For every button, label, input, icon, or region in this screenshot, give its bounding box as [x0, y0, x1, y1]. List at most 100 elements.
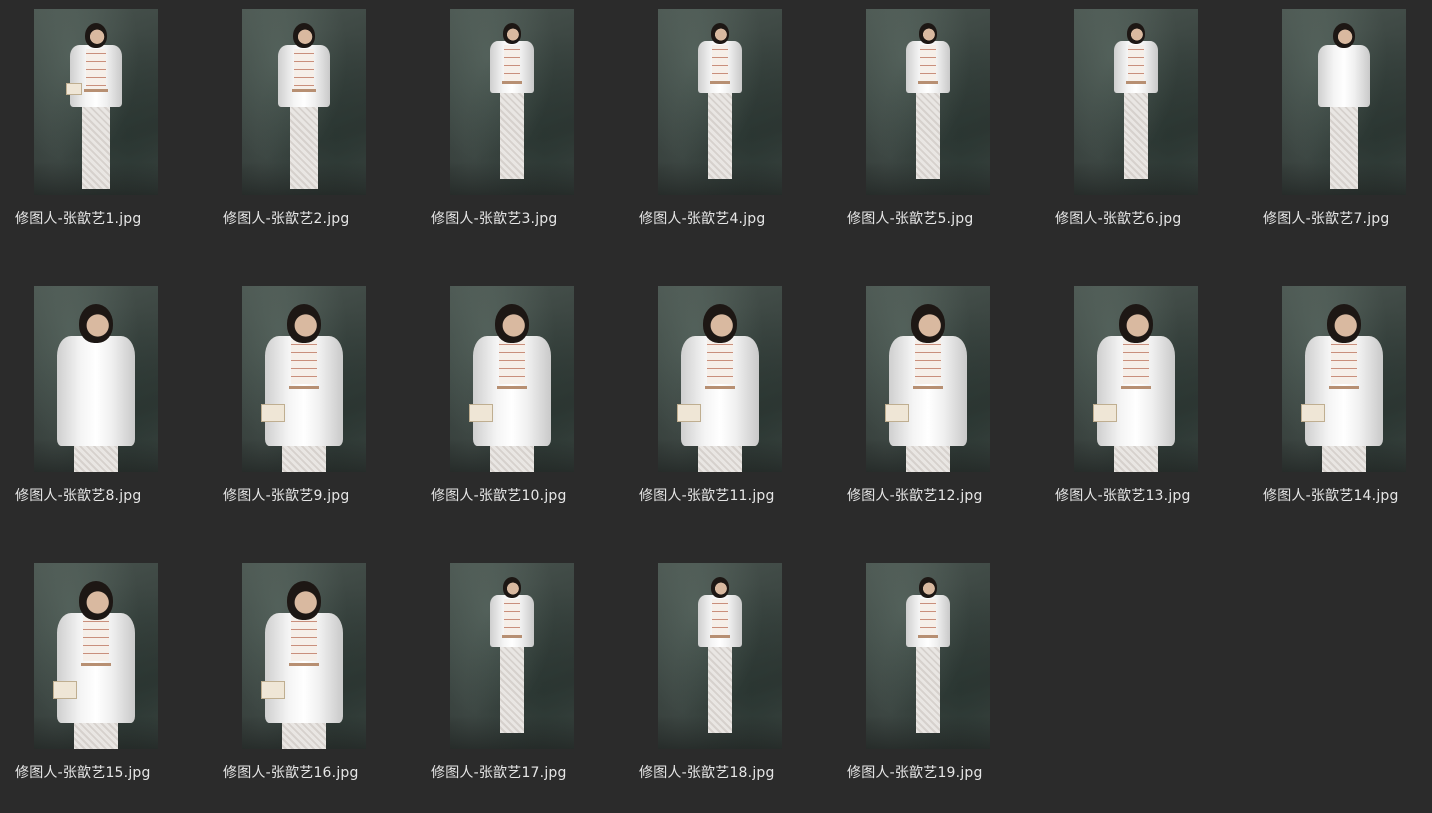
photo-thumbnail[interactable]	[34, 9, 158, 195]
model-top	[504, 599, 520, 635]
model-head	[703, 304, 737, 344]
file-name-label[interactable]: 修图人-张歆艺11.jpg	[639, 487, 839, 505]
model-head	[1327, 304, 1361, 344]
model-top	[291, 617, 317, 661]
file-name-label[interactable]: 修图人-张歆艺15.jpg	[15, 764, 215, 782]
file-item[interactable]: 修图人-张歆艺14.jpg	[1248, 277, 1432, 527]
file-item[interactable]: 修图人-张歆艺7.jpg	[1248, 0, 1432, 250]
model-belt	[710, 635, 730, 638]
model-belt	[84, 89, 108, 92]
handbag	[1301, 404, 1325, 422]
photo-thumbnail[interactable]	[866, 9, 990, 195]
photo-thumbnail[interactable]	[34, 563, 158, 749]
model-belt	[292, 89, 316, 92]
figure	[1282, 9, 1406, 195]
photo-thumbnail[interactable]	[242, 9, 366, 195]
model-top	[712, 45, 728, 81]
file-name-label[interactable]: 修图人-张歆艺8.jpg	[15, 487, 215, 505]
file-name-label[interactable]: 修图人-张歆艺12.jpg	[847, 487, 1047, 505]
file-item[interactable]: 修图人-张歆艺13.jpg	[1040, 277, 1248, 527]
file-item[interactable]: 修图人-张歆艺17.jpg	[416, 554, 624, 804]
handbag	[469, 404, 493, 422]
figure	[34, 286, 158, 472]
file-name-label[interactable]: 修图人-张歆艺17.jpg	[431, 764, 631, 782]
file-name-label[interactable]: 修图人-张歆艺18.jpg	[639, 764, 839, 782]
file-item[interactable]: 修图人-张歆艺1.jpg	[0, 0, 208, 250]
model-top	[1123, 340, 1149, 384]
photo-thumbnail[interactable]	[1074, 9, 1198, 195]
file-item[interactable]: 修图人-张歆艺4.jpg	[624, 0, 832, 250]
figure	[34, 9, 158, 195]
model-jacket	[57, 336, 135, 446]
figure	[450, 563, 574, 749]
model-head	[495, 304, 529, 344]
model-head	[1333, 23, 1355, 49]
file-name-label[interactable]: 修图人-张歆艺7.jpg	[1263, 210, 1432, 228]
model-belt	[289, 386, 319, 389]
photo-thumbnail[interactable]	[1282, 286, 1406, 472]
model-belt	[81, 663, 111, 666]
file-item[interactable]: 修图人-张歆艺5.jpg	[832, 0, 1040, 250]
model-head	[711, 23, 729, 44]
file-name-label[interactable]: 修图人-张歆艺14.jpg	[1263, 487, 1432, 505]
file-item[interactable]: 修图人-张歆艺15.jpg	[0, 554, 208, 804]
file-item[interactable]: 修图人-张歆艺3.jpg	[416, 0, 624, 250]
photo-thumbnail[interactable]	[866, 563, 990, 749]
photo-thumbnail[interactable]	[866, 286, 990, 472]
file-item[interactable]: 修图人-张歆艺8.jpg	[0, 277, 208, 527]
file-item[interactable]: 修图人-张歆艺11.jpg	[624, 277, 832, 527]
file-name-label[interactable]: 修图人-张歆艺13.jpg	[1055, 487, 1255, 505]
figure	[450, 9, 574, 195]
model-head	[79, 304, 113, 344]
figure	[658, 286, 782, 472]
file-grid: 修图人-张歆艺1.jpg 修图人-张歆艺2.jpg 修图人-张歆艺3.jpg 修图人-…	[0, 0, 1432, 813]
file-name-label[interactable]: 修图人-张歆艺3.jpg	[431, 210, 631, 228]
handbag	[885, 404, 909, 422]
file-name-label[interactable]: 修图人-张歆艺16.jpg	[223, 764, 423, 782]
photo-thumbnail[interactable]	[658, 9, 782, 195]
photo-thumbnail[interactable]	[450, 9, 574, 195]
photo-thumbnail[interactable]	[242, 563, 366, 749]
file-item[interactable]: 修图人-张歆艺6.jpg	[1040, 0, 1248, 250]
photo-thumbnail[interactable]	[1282, 9, 1406, 195]
file-item[interactable]: 修图人-张歆艺12.jpg	[832, 277, 1040, 527]
figure	[1074, 9, 1198, 195]
figure	[34, 563, 158, 749]
figure	[242, 286, 366, 472]
model-pants	[708, 645, 732, 733]
figure	[450, 286, 574, 472]
figure	[1074, 286, 1198, 472]
model-belt	[918, 81, 938, 84]
file-item[interactable]: 修图人-张歆艺2.jpg	[208, 0, 416, 250]
file-name-label[interactable]: 修图人-张歆艺1.jpg	[15, 210, 215, 228]
file-item[interactable]: 修图人-张歆艺16.jpg	[208, 554, 416, 804]
file-name-label[interactable]: 修图人-张歆艺10.jpg	[431, 487, 631, 505]
photo-thumbnail[interactable]	[658, 286, 782, 472]
model-head	[911, 304, 945, 344]
photo-thumbnail[interactable]	[450, 563, 574, 749]
figure	[242, 563, 366, 749]
file-name-label[interactable]: 修图人-张歆艺9.jpg	[223, 487, 423, 505]
file-name-label[interactable]: 修图人-张歆艺19.jpg	[847, 764, 1047, 782]
file-item[interactable]: 修图人-张歆艺19.jpg	[832, 554, 1040, 804]
photo-thumbnail[interactable]	[658, 563, 782, 749]
file-item[interactable]: 修图人-张歆艺18.jpg	[624, 554, 832, 804]
photo-thumbnail[interactable]	[242, 286, 366, 472]
file-name-label[interactable]: 修图人-张歆艺5.jpg	[847, 210, 1047, 228]
model-head	[287, 304, 321, 344]
file-item[interactable]: 修图人-张歆艺10.jpg	[416, 277, 624, 527]
file-name-label[interactable]: 修图人-张歆艺4.jpg	[639, 210, 839, 228]
photo-thumbnail[interactable]	[450, 286, 574, 472]
handbag	[1093, 404, 1117, 422]
model-jacket	[1318, 45, 1370, 107]
model-head	[293, 23, 315, 49]
file-name-label[interactable]: 修图人-张歆艺6.jpg	[1055, 210, 1255, 228]
file-item[interactable]: 修图人-张歆艺9.jpg	[208, 277, 416, 527]
model-belt	[289, 663, 319, 666]
model-head	[503, 577, 521, 598]
model-head	[79, 581, 113, 621]
photo-thumbnail[interactable]	[34, 286, 158, 472]
file-name-label[interactable]: 修图人-张歆艺2.jpg	[223, 210, 423, 228]
photo-thumbnail[interactable]	[1074, 286, 1198, 472]
model-pants	[290, 103, 318, 189]
